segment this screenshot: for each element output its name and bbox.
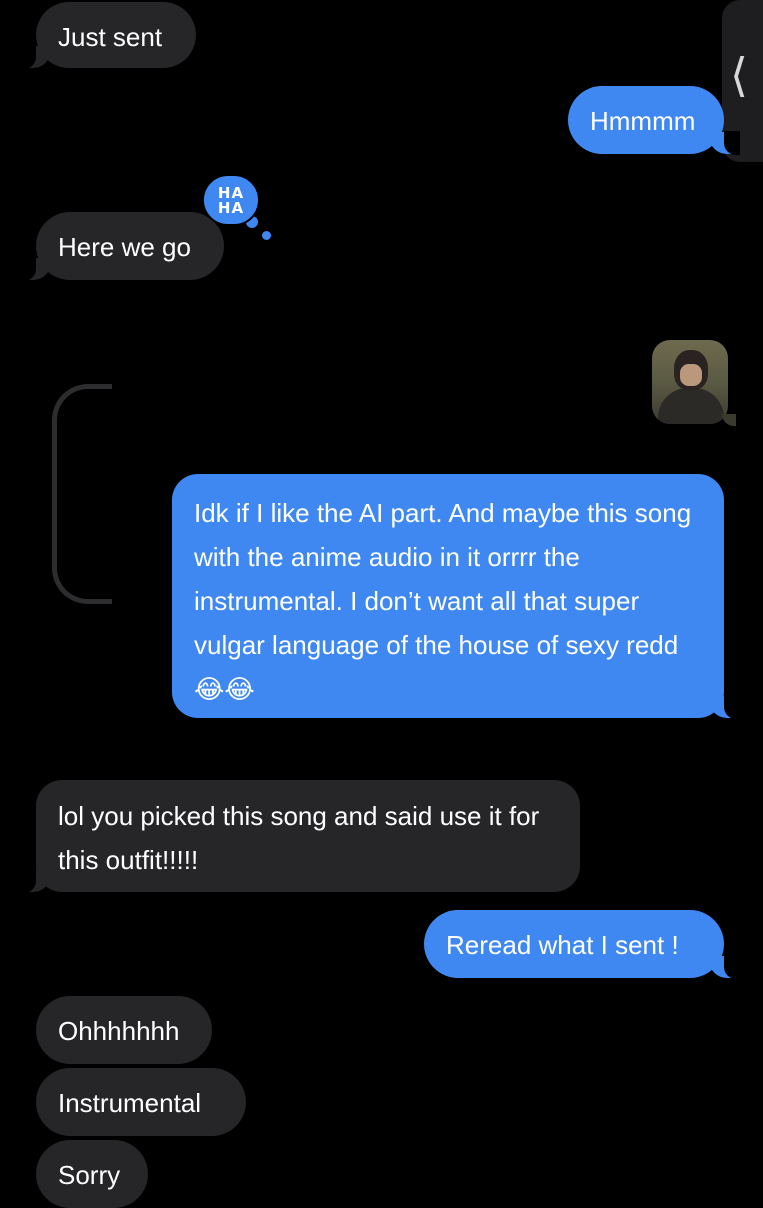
sticker-bubble-tail: [722, 414, 736, 426]
incoming-message[interactable]: Just sent: [20, 2, 196, 69]
message-text: Ohhhhhhh: [58, 1016, 180, 1046]
outgoing-message[interactable]: Reread what I sent !: [424, 910, 740, 979]
incoming-message[interactable]: Here we go: [20, 212, 224, 281]
sticker-figure-body: [658, 388, 724, 424]
message-text: lol you picked this song and said use it…: [58, 801, 540, 875]
message-text: Sorry: [58, 1160, 121, 1190]
reply-thread-bracket: [52, 384, 112, 604]
message-text: Instrumental: [58, 1088, 202, 1118]
incoming-message[interactable]: Instrumental: [36, 1068, 246, 1136]
tapback-tail: [262, 231, 271, 240]
incoming-message[interactable]: Sorry: [36, 1140, 148, 1208]
sticker-figure-face: [680, 364, 702, 386]
tapback-label-line2: HA: [217, 199, 245, 217]
message-text: Idk if I like the AI part. And maybe thi…: [194, 498, 692, 704]
message-text: Reread what I sent !: [446, 930, 679, 960]
incoming-message[interactable]: lol you picked this song and said use it…: [20, 780, 580, 893]
message-text: Just sent: [58, 22, 163, 52]
chevron-left-icon[interactable]: ⟨: [730, 52, 748, 98]
message-text: Here we go: [58, 232, 191, 262]
incoming-message[interactable]: Ohhhhhhh: [36, 996, 212, 1064]
message-text: Hmmmm: [590, 106, 696, 136]
outgoing-message[interactable]: Hmmmm: [568, 86, 740, 155]
outgoing-message[interactable]: Idk if I like the AI part. And maybe thi…: [172, 474, 740, 719]
haha-tapback-badge[interactable]: HA HA: [202, 174, 260, 226]
anime-character-sticker[interactable]: [652, 340, 728, 424]
